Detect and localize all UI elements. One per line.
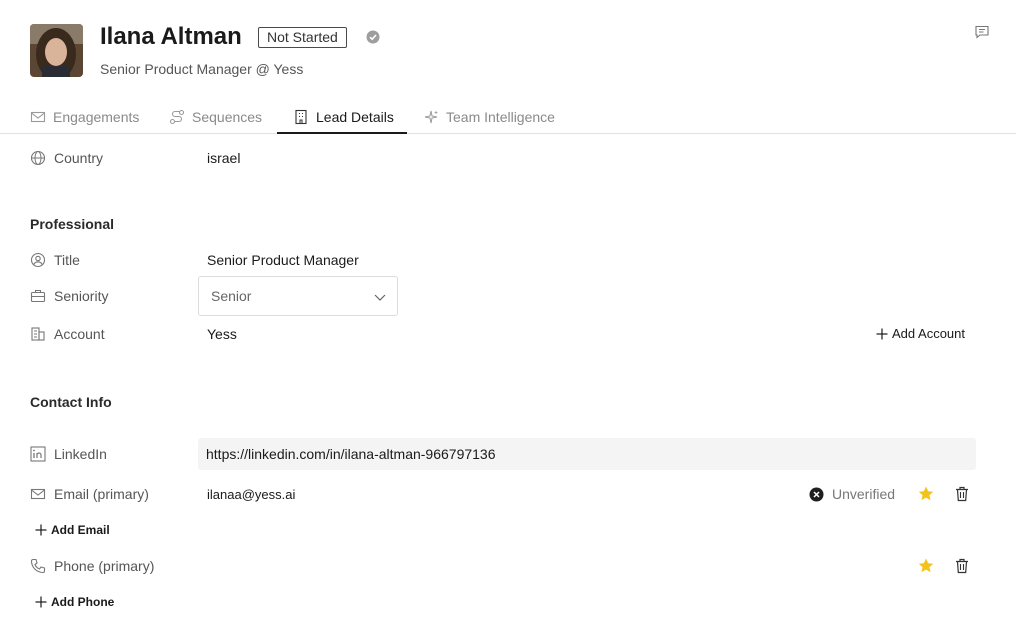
comment-icon[interactable] xyxy=(974,24,990,40)
status-badge[interactable]: Not Started xyxy=(258,27,347,48)
country-row: Country israel xyxy=(30,146,240,170)
linkedin-icon xyxy=(30,446,46,462)
phone-label: Phone (primary) xyxy=(54,558,155,574)
briefcase-icon xyxy=(30,289,46,303)
linkedin-label-group: LinkedIn xyxy=(30,446,198,462)
plus-icon xyxy=(35,596,47,608)
building-icon xyxy=(295,109,307,125)
phone-label-group: Phone (primary) xyxy=(30,558,198,574)
email-label: Email (primary) xyxy=(54,486,149,502)
add-email-button[interactable]: Add Email xyxy=(35,523,110,537)
tab-label: Lead Details xyxy=(316,109,394,125)
seniority-row: Seniority xyxy=(30,284,198,308)
title-label-group: Title xyxy=(30,252,198,268)
mail-icon xyxy=(30,111,46,123)
lead-header: Ilana Altman Not Started Senior Product … xyxy=(30,24,990,78)
star-icon[interactable] xyxy=(917,557,935,575)
account-label: Account xyxy=(54,326,105,342)
professional-section-title: Professional xyxy=(30,216,115,232)
tab-team-intelligence[interactable]: Team Intelligence xyxy=(423,100,555,134)
linkedin-row: LinkedIn xyxy=(30,442,198,466)
unverified-label: Unverified xyxy=(832,486,896,502)
email-row: Email (primary) ilanaa@yess.ai xyxy=(30,482,295,506)
add-phone-button[interactable]: Add Phone xyxy=(35,595,114,609)
tab-label: Engagements xyxy=(53,109,140,125)
tab-lead-details[interactable]: Lead Details xyxy=(293,100,394,134)
star-icon[interactable] xyxy=(917,485,935,503)
title-label: Title xyxy=(54,252,80,268)
trash-icon[interactable] xyxy=(953,485,971,503)
user-circle-icon xyxy=(30,252,46,268)
tab-engagements[interactable]: Engagements xyxy=(30,100,139,134)
contact-section-title: Contact Info xyxy=(30,394,112,410)
plus-icon xyxy=(876,328,888,339)
add-phone-label: Add Phone xyxy=(51,595,115,609)
seniority-select[interactable]: Senior xyxy=(198,276,398,316)
seniority-label: Seniority xyxy=(54,288,109,304)
lead-subtitle: Senior Product Manager @ Yess xyxy=(100,61,304,77)
add-account-label: Add Account xyxy=(892,326,965,341)
plus-icon xyxy=(35,524,47,536)
account-value[interactable]: Yess xyxy=(207,326,237,342)
phone-icon xyxy=(30,558,46,574)
sequence-icon xyxy=(169,109,185,125)
title-value[interactable]: Senior Product Manager xyxy=(207,252,359,268)
linkedin-label: LinkedIn xyxy=(54,446,107,462)
sparkle-icon xyxy=(424,110,438,124)
active-tab-indicator xyxy=(277,132,407,134)
avatar-image xyxy=(30,24,83,77)
email-verification-status: Unverified xyxy=(809,486,895,502)
avatar xyxy=(30,24,83,77)
tab-label: Sequences xyxy=(192,109,263,125)
linkedin-url: https://linkedin.com/in/ilana-altman-966… xyxy=(206,446,496,462)
tab-label: Team Intelligence xyxy=(446,109,555,125)
phone-row: Phone (primary) xyxy=(30,554,198,578)
x-circle-icon xyxy=(809,487,824,501)
country-label: Country xyxy=(54,150,104,166)
country-value[interactable]: israel xyxy=(207,150,240,166)
verified-icon xyxy=(366,30,380,44)
tab-bar: Engagements Sequences Lead Details Team … xyxy=(0,100,1016,134)
country-label-group: Country xyxy=(30,150,198,166)
chevron-down-icon xyxy=(374,294,386,301)
title-row: Title Senior Product Manager xyxy=(30,248,359,272)
office-building-icon xyxy=(31,327,45,341)
linkedin-url-field[interactable]: https://linkedin.com/in/ilana-altman-966… xyxy=(198,438,976,470)
email-value[interactable]: ilanaa@yess.ai xyxy=(207,487,295,502)
account-label-group: Account xyxy=(30,326,198,342)
tab-sequences[interactable]: Sequences xyxy=(169,100,262,134)
trash-icon[interactable] xyxy=(953,557,971,575)
globe-icon xyxy=(30,150,46,166)
add-account-button[interactable]: Add Account xyxy=(876,326,965,341)
seniority-label-group: Seniority xyxy=(30,288,198,304)
seniority-selected-value: Senior xyxy=(211,288,252,304)
email-label-group: Email (primary) xyxy=(30,486,198,502)
account-row: Account Yess xyxy=(30,322,237,346)
lead-name: Ilana Altman xyxy=(100,23,242,50)
mail-icon xyxy=(30,488,46,500)
add-email-label: Add Email xyxy=(51,523,110,537)
